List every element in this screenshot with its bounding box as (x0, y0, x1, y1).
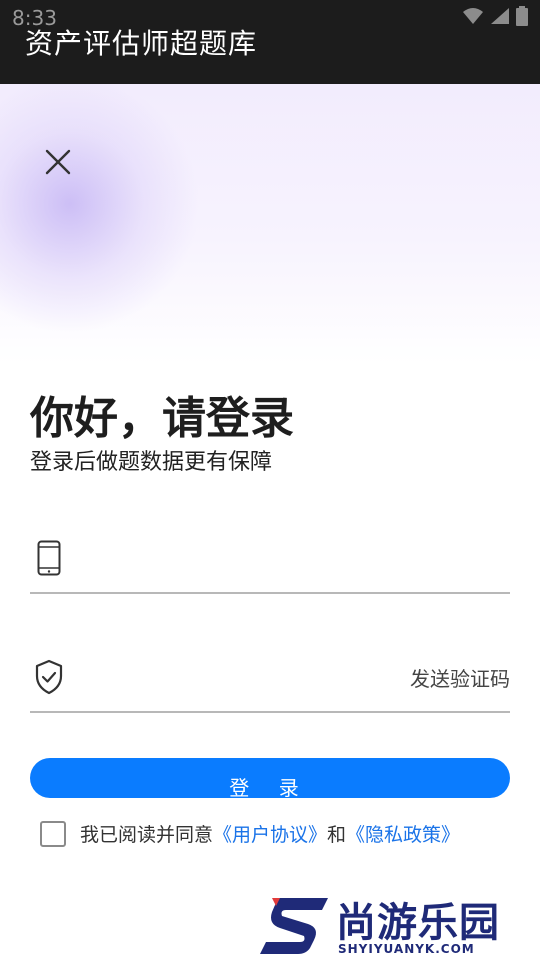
agreement-row: 我已阅读并同意 《用户协议》 和 《隐私政策》 (40, 820, 460, 847)
decorative-glow (0, 84, 200, 334)
user-agreement-link[interactable]: 《用户协议》 (213, 820, 327, 847)
page-title: 你好，请登录 (30, 393, 294, 444)
watermark-s-logo-icon (258, 894, 330, 960)
watermark-logo: 尚游乐园 SHYIYUANYK.COM (258, 890, 540, 960)
phone-icon (34, 538, 64, 578)
agreement-text: 我已阅读并同意 (80, 824, 214, 846)
close-icon (45, 149, 71, 179)
privacy-policy-link[interactable]: 《隐私政策》 (346, 820, 460, 847)
login-button[interactable]: 登 录 (30, 758, 510, 798)
app-title: 资产评估师超题库 (25, 27, 258, 60)
verification-code-input[interactable] (90, 657, 394, 699)
close-button[interactable] (38, 144, 78, 184)
top-bar: 8:33 资产评估师超题库 (0, 0, 540, 84)
watermark-domain: SHYIYUANYK.COM (338, 942, 475, 956)
battery-icon (516, 6, 528, 26)
page-subtitle: 登录后做题数据更有保障 (30, 450, 273, 475)
login-screen: 8:33 资产评估师超题库 你好，请登录 登录后做题数据更有保障 发送验证码 登… (0, 0, 540, 960)
watermark-name: 尚游乐园 (336, 900, 500, 946)
phone-input[interactable] (90, 538, 394, 580)
phone-field (30, 528, 510, 594)
status-icons (462, 6, 528, 26)
agreement-conjunction: 和 (327, 824, 347, 846)
send-code-button[interactable]: 发送验证码 (410, 663, 510, 692)
shield-check-icon (34, 657, 64, 697)
agreement-checkbox[interactable] (40, 820, 66, 847)
login-button-label: 登 录 (229, 778, 311, 798)
verification-code-field: 发送验证码 (30, 647, 510, 713)
signal-icon (490, 7, 510, 25)
wifi-icon (462, 7, 484, 25)
header-gradient (0, 84, 540, 364)
